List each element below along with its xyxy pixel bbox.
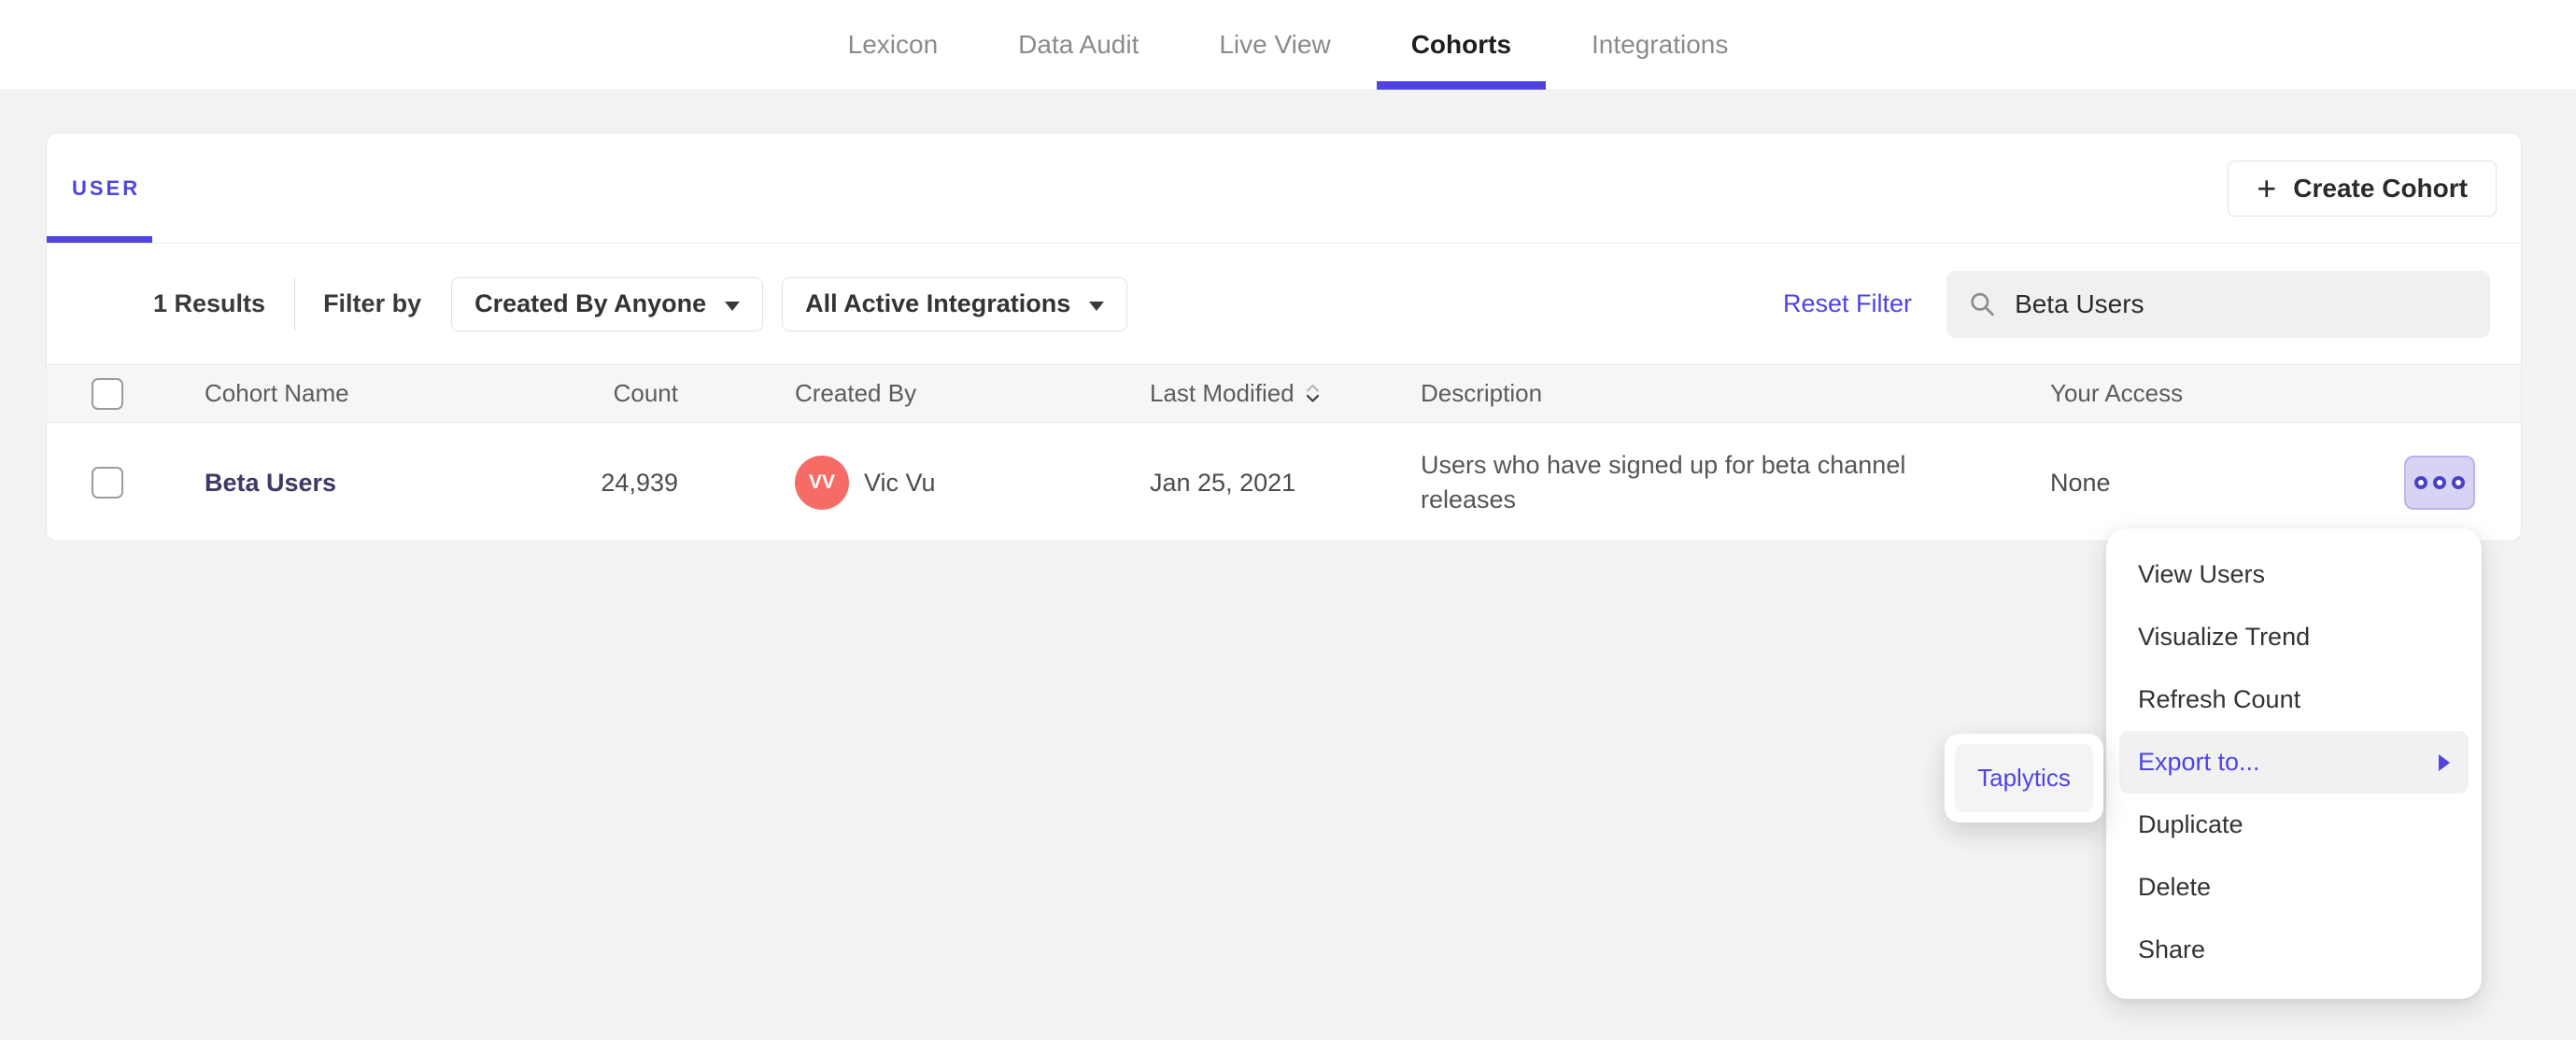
menu-item-share[interactable]: Share [2119, 919, 2469, 981]
last-modified-label: Last Modified [1150, 379, 1295, 407]
results-count: 1 Results [153, 289, 266, 317]
cohort-count: 24,939 [601, 468, 678, 497]
export-submenu: Taplytics [1945, 734, 2103, 822]
tab-live-view[interactable]: Live View [1219, 0, 1330, 90]
row-actions-button[interactable] [2404, 456, 2475, 510]
context-menu: View Users Visualize Trend Refresh Count… [2106, 528, 2482, 999]
select-all-checkbox[interactable] [92, 377, 123, 410]
reset-filter-link[interactable]: Reset Filter [1783, 289, 1912, 318]
column-header-last-modified[interactable]: Last Modified [1150, 379, 1421, 408]
top-nav: Lexicon Data Audit Live View Cohorts Int… [0, 0, 2576, 91]
filter-bar: 1 Results Filter by Created By Anyone Al… [47, 244, 2521, 364]
column-header-cohort-name[interactable]: Cohort Name [159, 379, 467, 408]
dot-icon [2414, 476, 2427, 489]
menu-item-export-to[interactable]: Export to... [2119, 731, 2469, 794]
filter-by-label: Filter by [323, 289, 422, 317]
row-checkbox[interactable] [92, 467, 123, 499]
tab-user[interactable]: USER [72, 176, 140, 201]
column-header-description: Description [1421, 379, 1543, 407]
search-box[interactable] [1946, 270, 2490, 338]
create-cohort-label: Create Cohort [2293, 174, 2468, 203]
search-icon [1971, 292, 1994, 316]
avatar: VV [795, 456, 849, 510]
sort-icon[interactable] [1306, 384, 1320, 403]
menu-item-duplicate[interactable]: Duplicate [2119, 794, 2469, 856]
last-modified-date: Jan 25, 2021 [1150, 468, 1296, 497]
tab-data-audit[interactable]: Data Audit [1018, 0, 1139, 90]
cohort-name-link[interactable]: Beta Users [205, 469, 336, 497]
column-header-created-by[interactable]: Created By [678, 379, 1150, 408]
column-header-your-access: Your Access [2050, 379, 2184, 407]
cohorts-panel: USER + Create Cohort 1 Results Filter by… [46, 133, 2522, 541]
search-input[interactable] [2015, 288, 2468, 319]
tab-lexicon[interactable]: Lexicon [848, 0, 939, 90]
menu-item-refresh-count[interactable]: Refresh Count [2119, 668, 2469, 731]
integrations-dropdown-value: All Active Integrations [805, 289, 1071, 317]
created-by-name: Vic Vu [864, 468, 936, 497]
nav-tabs: Lexicon Data Audit Live View Cohorts Int… [848, 0, 1728, 90]
panel-header: USER + Create Cohort [47, 134, 2521, 244]
menu-item-view-users[interactable]: View Users [2119, 543, 2469, 606]
tab-integrations[interactable]: Integrations [1592, 0, 1728, 90]
vertical-divider [294, 277, 296, 330]
export-to-label: Export to... [2138, 748, 2260, 776]
cohort-description: Users who have signed up for beta channe… [1421, 451, 1906, 513]
created-by-dropdown[interactable]: Created By Anyone [451, 276, 764, 331]
tab-cohorts[interactable]: Cohorts [1376, 0, 1547, 90]
create-cohort-button[interactable]: + Create Cohort [2228, 161, 2497, 217]
dot-icon [2433, 476, 2446, 489]
menu-item-delete[interactable]: Delete [2119, 856, 2469, 919]
access-value: None [2050, 468, 2111, 497]
column-header-count[interactable]: Count [467, 379, 678, 408]
caret-down-icon [1089, 301, 1105, 311]
menu-item-visualize-trend[interactable]: Visualize Trend [2119, 606, 2469, 668]
dot-icon [2452, 476, 2465, 489]
submenu-arrow-icon [2439, 753, 2450, 771]
integrations-dropdown[interactable]: All Active Integrations [782, 276, 1128, 331]
submenu-item-taplytics[interactable]: Taplytics [1955, 744, 2093, 812]
plus-icon: + [2257, 169, 2277, 207]
table-row: Beta Users 24,939 VV Vic Vu Jan 25, 2021… [47, 423, 2521, 541]
table-header: Cohort Name Count Created By Last Modifi… [47, 364, 2521, 423]
caret-down-icon [725, 301, 741, 311]
created-by-dropdown-value: Created By Anyone [474, 289, 707, 317]
cohorts-page: Lexicon Data Audit Live View Cohorts Int… [0, 0, 2576, 1040]
